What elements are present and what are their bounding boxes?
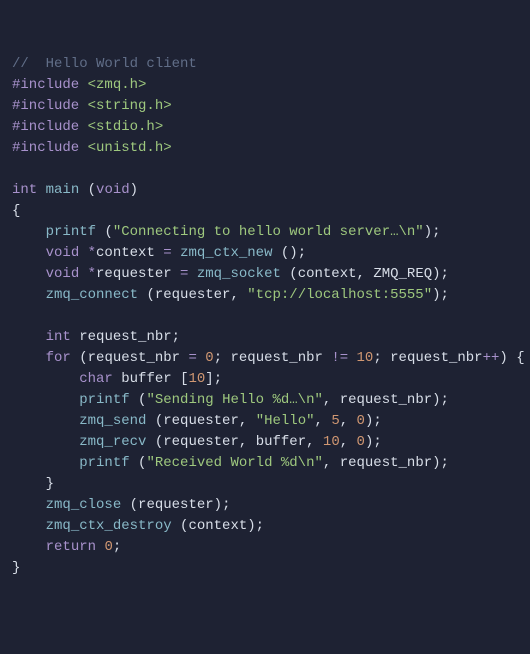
var-buffer: buffer (121, 371, 171, 387)
line-comment: // Hello World client (12, 56, 197, 72)
kw-char: char (79, 371, 113, 387)
fn-main: main (46, 182, 80, 198)
code-block: // Hello World client #include <zmq.h> #… (12, 54, 518, 579)
const-zmq-req: ZMQ_REQ (373, 266, 432, 282)
fn-zmq-send: zmq_send (79, 413, 146, 429)
str-hello: "Hello" (256, 413, 315, 429)
var-context: context (96, 245, 155, 261)
brace-open: { (12, 203, 20, 219)
include-directive: #include (12, 77, 79, 93)
header-unistd: <unistd.h> (88, 140, 172, 156)
str-received: "Received World %d\n" (146, 455, 322, 471)
fn-printf: printf (79, 455, 129, 471)
str-sending: "Sending Hello %d…\n" (146, 392, 322, 408)
fn-zmq-recv: zmq_recv (79, 434, 146, 450)
var-request-nbr: request_nbr (79, 329, 171, 345)
fn-zmq-ctx-destroy: zmq_ctx_destroy (46, 518, 172, 534)
header-stdio: <stdio.h> (88, 119, 164, 135)
include-directive: #include (12, 140, 79, 156)
include-directive: #include (12, 98, 79, 114)
kw-void: void (96, 182, 130, 198)
fn-zmq-ctx-new: zmq_ctx_new (180, 245, 272, 261)
include-directive: #include (12, 119, 79, 135)
kw-for: for (46, 350, 71, 366)
paren-open: ( (88, 182, 96, 198)
header-zmq: <zmq.h> (88, 77, 147, 93)
fn-zmq-connect: zmq_connect (46, 287, 138, 303)
fn-zmq-socket: zmq_socket (197, 266, 281, 282)
kw-int: int (12, 182, 37, 198)
fn-zmq-close: zmq_close (46, 497, 122, 513)
str-tcp: "tcp://localhost:5555" (247, 287, 432, 303)
kw-void: void (46, 245, 80, 261)
brace-close: } (46, 476, 54, 492)
header-string: <string.h> (88, 98, 172, 114)
paren-close: ) (130, 182, 138, 198)
kw-void: void (46, 266, 80, 282)
brace-close: } (12, 560, 20, 576)
kw-int: int (46, 329, 71, 345)
kw-return: return (46, 539, 96, 555)
fn-printf: printf (46, 224, 96, 240)
fn-printf: printf (79, 392, 129, 408)
var-requester: requester (96, 266, 172, 282)
str-connecting: "Connecting to hello world server…\n" (113, 224, 424, 240)
